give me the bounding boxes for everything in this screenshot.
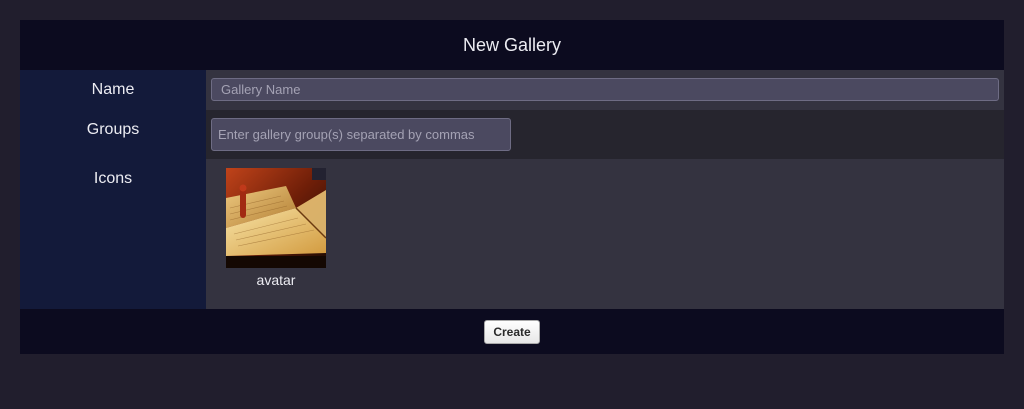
open-book-image [226,168,326,268]
name-value-cell [206,70,1004,110]
icons-row: Icons avatar [20,159,1004,309]
panel-title: New Gallery [462,35,562,55]
name-row: Name [20,70,1004,110]
gallery-groups-input[interactable] [211,118,511,151]
icon-caption: avatar [256,272,296,288]
new-gallery-panel: New Gallery Name Groups Icons [20,20,1004,354]
icon-tile-avatar[interactable]: avatar [226,168,326,288]
groups-label: Groups [20,110,206,159]
name-label: Name [20,70,206,110]
create-button[interactable]: Create [484,319,540,344]
panel-footer: Create [20,309,1004,354]
groups-value-cell [206,110,1004,159]
avatar-thumbnail [226,168,326,268]
gallery-name-input[interactable] [211,78,999,101]
icons-label: Icons [20,159,206,309]
icons-value-cell: avatar [206,159,1004,309]
groups-row: Groups [20,110,1004,159]
